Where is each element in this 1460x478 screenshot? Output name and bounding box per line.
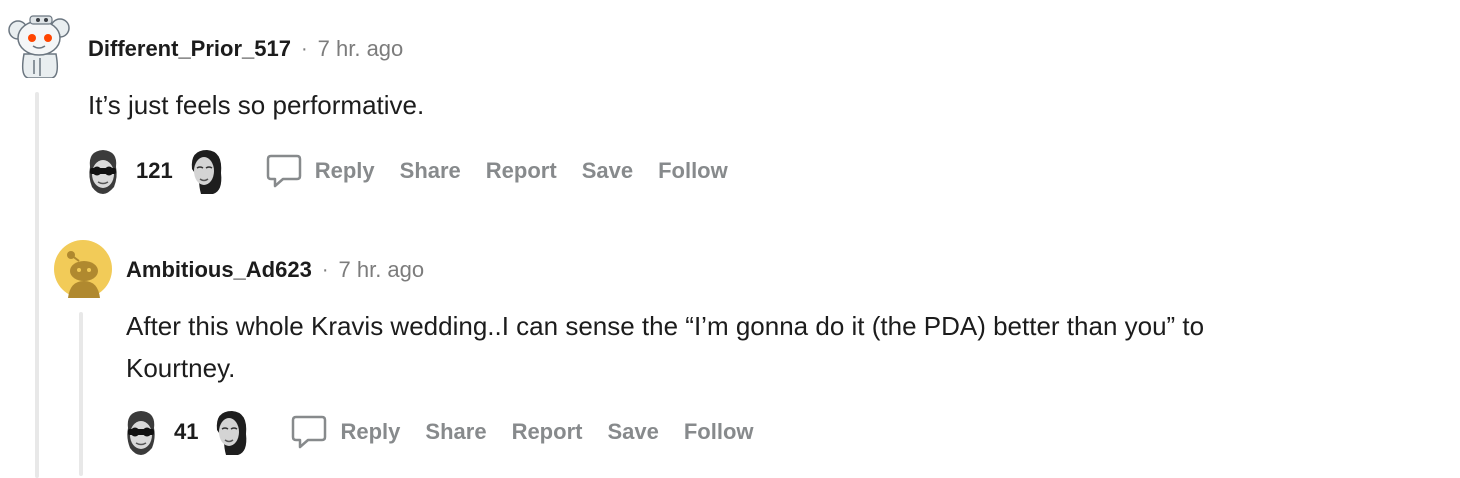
comment-actions: 121 Reply Share Report Save Follow — [84, 147, 753, 195]
upvote-icon[interactable] — [84, 147, 122, 195]
comment-actions: 41 Reply Share Report Save Follow — [122, 408, 779, 456]
save-button[interactable]: Save — [582, 158, 633, 184]
comment-meta: Different_Prior_517 · 7 hr. ago — [88, 36, 403, 62]
report-button[interactable]: Report — [512, 419, 583, 445]
separator-dot: · — [300, 37, 308, 60]
share-button[interactable]: Share — [425, 419, 486, 445]
share-button[interactable]: Share — [400, 158, 461, 184]
thread-line[interactable] — [79, 312, 83, 476]
follow-button[interactable]: Follow — [658, 158, 728, 184]
report-button[interactable]: Report — [486, 158, 557, 184]
comment-body: After this whole Kravis wedding..I can s… — [126, 305, 1446, 389]
comment-body: It’s just feels so performative. — [88, 90, 425, 120]
timestamp[interactable]: 7 hr. ago — [318, 36, 404, 62]
comment-bubble-icon — [266, 154, 301, 188]
comment-body-line: After this whole Kravis wedding..I can s… — [126, 311, 1205, 341]
downvote-icon[interactable] — [212, 408, 250, 456]
timestamp[interactable]: 7 hr. ago — [339, 257, 425, 283]
vote-score: 121 — [136, 158, 173, 183]
upvote-icon[interactable] — [122, 408, 160, 456]
save-button[interactable]: Save — [607, 419, 658, 445]
downvote-icon[interactable] — [187, 147, 225, 195]
vote-score: 41 — [174, 419, 199, 444]
comment-thread: Different_Prior_517 · 7 hr. ago It’s jus… — [0, 0, 1460, 478]
reply-label: Reply — [314, 158, 375, 183]
username[interactable]: Different_Prior_517 — [88, 36, 291, 62]
follow-button[interactable]: Follow — [684, 419, 754, 445]
username[interactable]: Ambitious_Ad623 — [126, 257, 312, 283]
comment-meta: Ambitious_Ad623 · 7 hr. ago — [126, 257, 424, 283]
thread-line[interactable] — [35, 92, 39, 478]
reply-button[interactable]: Reply — [265, 152, 375, 190]
separator-dot: · — [321, 258, 329, 281]
reply-button[interactable]: Reply — [290, 413, 400, 451]
reply-label: Reply — [340, 419, 401, 444]
comment-body-line: Kourtney. — [126, 353, 236, 383]
snoo-avatar-icon[interactable] — [8, 8, 70, 78]
default-snoo-avatar-icon[interactable] — [54, 240, 112, 298]
comment-bubble-icon — [292, 415, 327, 449]
